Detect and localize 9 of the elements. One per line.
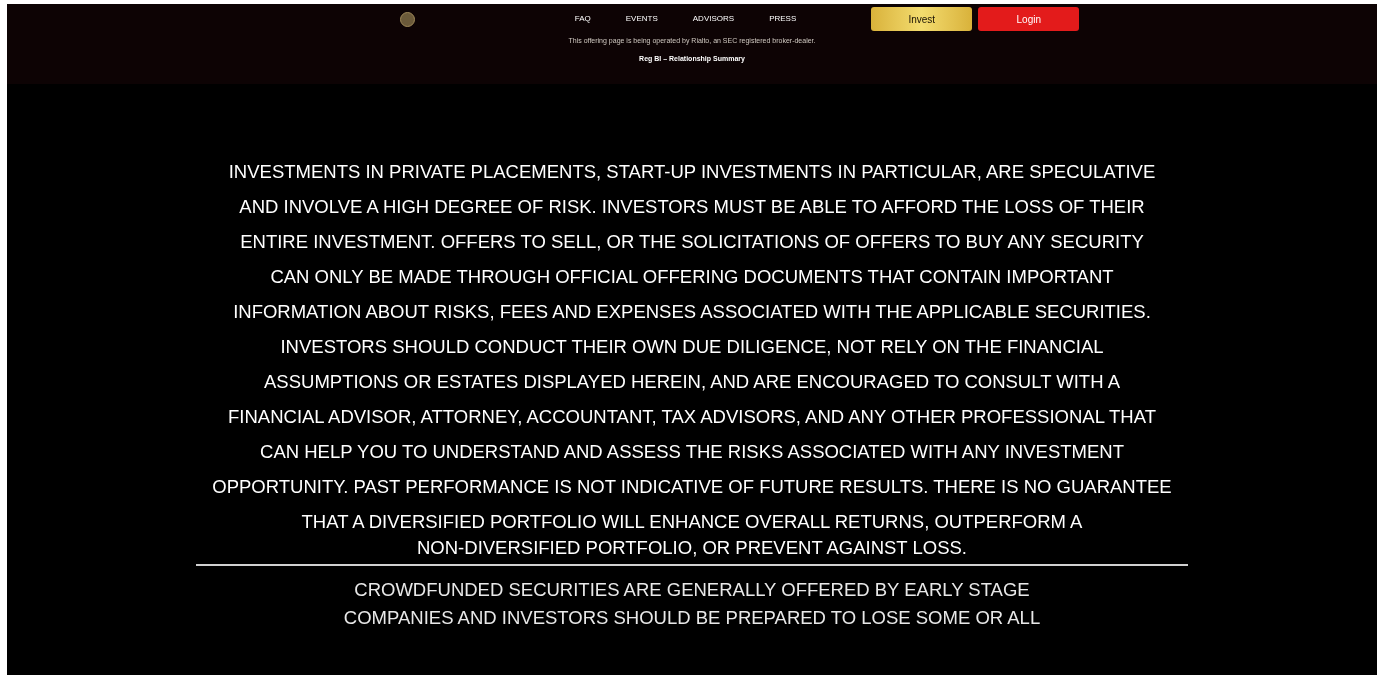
- nav-link[interactable]: PRESS: [769, 13, 797, 25]
- logo-icon[interactable]: [400, 12, 415, 27]
- invest-button[interactable]: Invest: [871, 7, 973, 31]
- crowdfunding-disclaimer: CROWDFUNDED SECURITIES ARE GENERALLY OFFERED BY EARLY STAGE COMPANIES AND INVESTORS SHOULD BE PREPARED TO LOSE SOME OR ALL: [343, 578, 1041, 630]
- login-button[interactable]: Login: [978, 7, 1080, 31]
- nav-link[interactable]: FAQ: [574, 13, 591, 25]
- nav-link[interactable]: EVENTS: [625, 13, 658, 25]
- nav-link[interactable]: ADVISORS: [692, 13, 735, 25]
- risk-disclaimer: INVESTMENTS IN PRIVATE PLACEMENTS, START-UP INVESTMENTS IN PARTICULAR, ARE SPECULATIVE AND INVOLVE A HIGH DEGREE OF RISK. INVESTORS MUST BE ABLE TO AFFORD THE LOSS OF THEIR ENTIRE INVESTMENT. OFFERS TO SELL, OR THE SOLICITATIONS OF OFFERS TO BUY ANY SECURITY CAN ONLY BE MADE THROUGH OFFICIAL OFFERING DOCUMENTS THAT CONTAIN IMPORTANT INFORMATION ABOUT RISKS, FEES AND EXPENSES ASSOCIATED WITH THE APPLICABLE SECURITIES. INVESTORS SHOULD CONDUCT THEIR OWN DUE DILIGENCE, NOT RELY ON THE FINANCIAL ASSUMPTIONS OR ESTATES DISPLAYED HEREIN, AND ARE ENCOURAGED TO CONSULT WITH A FINANCIAL ADVISOR, ATTORNEY, ACCOUNTANT, TAX ADVISORS, AND ANY OTHER PROFESSIONAL THAT CAN HELP YOU TO UNDERSTAND AND ASSESS THE RISKS ASSOCIATED WITH ANY INVESTMENT OPPORTUNITY. PAST PERFORMANCE IS NOT INDICATIVE OF FUTURE RESULTS. THERE IS NO GUARANTEE THAT A DIVERSIFIED PORTFOLIO WILL ENHANCE OVERALL RETURNS, OUTPERFORM A NON-DIVERSIFIED PORTFOLIO, OR PREVENT AGAINST LOSS.: [212, 160, 1172, 556]
